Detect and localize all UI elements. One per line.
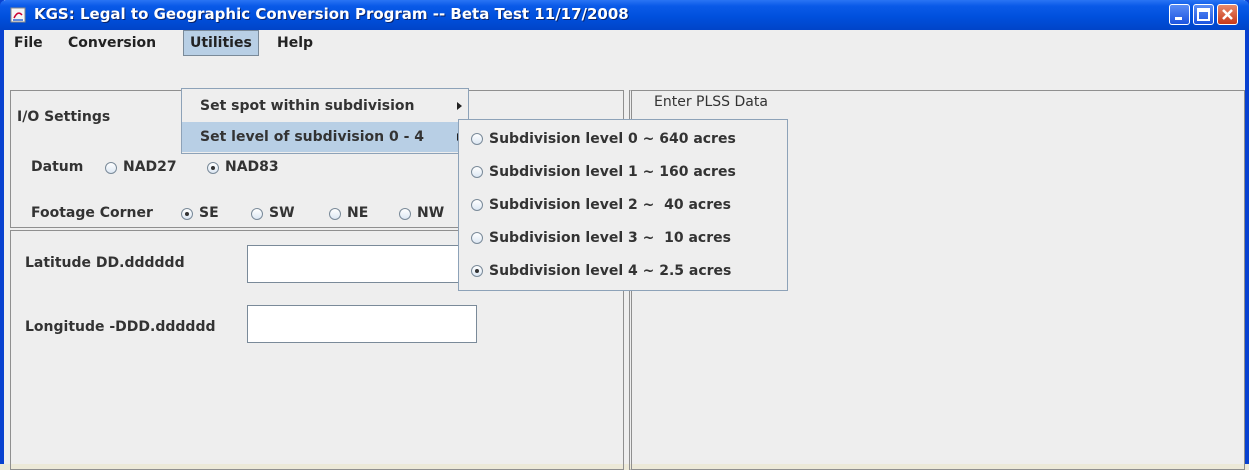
menu-help[interactable]: Help bbox=[271, 30, 319, 56]
datum-nad83-label: NAD83 bbox=[225, 159, 279, 175]
maximize-icon bbox=[1197, 8, 1210, 21]
subdivision-level-3-item[interactable]: Subdivision level 3 ~ 10 acres bbox=[459, 223, 787, 253]
menu-file[interactable]: File bbox=[8, 30, 49, 56]
minimize-icon bbox=[1175, 17, 1182, 20]
title-bar[interactable]: KGS: Legal to Geographic Conversion Prog… bbox=[0, 0, 1249, 30]
java-app-icon bbox=[10, 7, 26, 23]
window-title: KGS: Legal to Geographic Conversion Prog… bbox=[34, 5, 629, 23]
footage-ne-label: NE bbox=[347, 205, 369, 221]
minimize-button[interactable] bbox=[1169, 4, 1190, 25]
plss-panel-title: Enter PLSS Data bbox=[654, 94, 768, 110]
subdivision-level-4-label: Subdivision level 4 ~ 2.5 acres bbox=[489, 263, 732, 279]
footage-sw-label: SW bbox=[269, 205, 295, 221]
subdivision-level-1-label: Subdivision level 1 ~ 160 acres bbox=[489, 164, 736, 180]
footage-se-label: SE bbox=[199, 205, 219, 221]
footage-sw-radio[interactable] bbox=[251, 208, 263, 220]
subdivision-level-1-radio[interactable] bbox=[471, 166, 483, 178]
menu-utilities[interactable]: Utilities bbox=[183, 30, 259, 56]
submenu-arrow-icon bbox=[457, 102, 462, 110]
datum-nad27-radio[interactable] bbox=[105, 162, 117, 174]
menu-item-set-level[interactable]: Set level of subdivision 0 - 4 bbox=[182, 122, 468, 152]
longitude-label: Longitude -DDD.dddddd bbox=[25, 319, 216, 335]
subdivision-level-4-radio[interactable] bbox=[471, 265, 483, 277]
footage-se-radio[interactable] bbox=[181, 208, 193, 220]
footage-nw-radio[interactable] bbox=[399, 208, 411, 220]
datum-nad83-radio[interactable] bbox=[207, 162, 219, 174]
subdivision-level-0-label: Subdivision level 0 ~ 640 acres bbox=[489, 131, 736, 147]
subdivision-level-0-radio[interactable] bbox=[471, 133, 483, 145]
datum-nad27-label: NAD27 bbox=[123, 159, 177, 175]
subdivision-level-1-item[interactable]: Subdivision level 1 ~ 160 acres bbox=[459, 157, 787, 187]
datum-label: Datum bbox=[31, 159, 84, 175]
menu-conversion[interactable]: Conversion bbox=[62, 30, 162, 56]
footage-nw-label: NW bbox=[417, 205, 445, 221]
subdivision-level-4-item[interactable]: Subdivision level 4 ~ 2.5 acres bbox=[459, 256, 787, 286]
subdivision-level-menu: Subdivision level 0 ~ 640 acres Subdivis… bbox=[458, 119, 788, 291]
subdivision-level-2-item[interactable]: Subdivision level 2 ~ 40 acres bbox=[459, 190, 787, 220]
footage-ne-radio[interactable] bbox=[329, 208, 341, 220]
longitude-input[interactable] bbox=[247, 305, 477, 343]
set-level-label: Set level of subdivision 0 - 4 bbox=[200, 129, 425, 145]
footage-corner-label: Footage Corner bbox=[31, 205, 153, 221]
menu-item-set-spot[interactable]: Set spot within subdivision bbox=[182, 91, 468, 121]
subdivision-level-3-label: Subdivision level 3 ~ 10 acres bbox=[489, 230, 731, 246]
close-button[interactable] bbox=[1217, 4, 1238, 25]
app-window: KGS: Legal to Geographic Conversion Prog… bbox=[0, 0, 1249, 470]
set-spot-label: Set spot within subdivision bbox=[200, 98, 415, 114]
maximize-button[interactable] bbox=[1193, 4, 1214, 25]
subdivision-level-3-radio[interactable] bbox=[471, 232, 483, 244]
subdivision-level-0-item[interactable]: Subdivision level 0 ~ 640 acres bbox=[459, 124, 787, 154]
latitude-label: Latitude DD.dddddd bbox=[25, 255, 185, 271]
close-icon bbox=[1222, 9, 1233, 20]
latitude-input[interactable] bbox=[247, 245, 477, 283]
subdivision-level-2-label: Subdivision level 2 ~ 40 acres bbox=[489, 197, 731, 213]
menu-bar: File Conversion Utilities Help bbox=[4, 30, 1245, 56]
utilities-menu: Set spot within subdivision Set level of… bbox=[181, 88, 469, 154]
io-settings-title: I/O Settings bbox=[17, 109, 111, 125]
subdivision-level-2-radio[interactable] bbox=[471, 199, 483, 211]
